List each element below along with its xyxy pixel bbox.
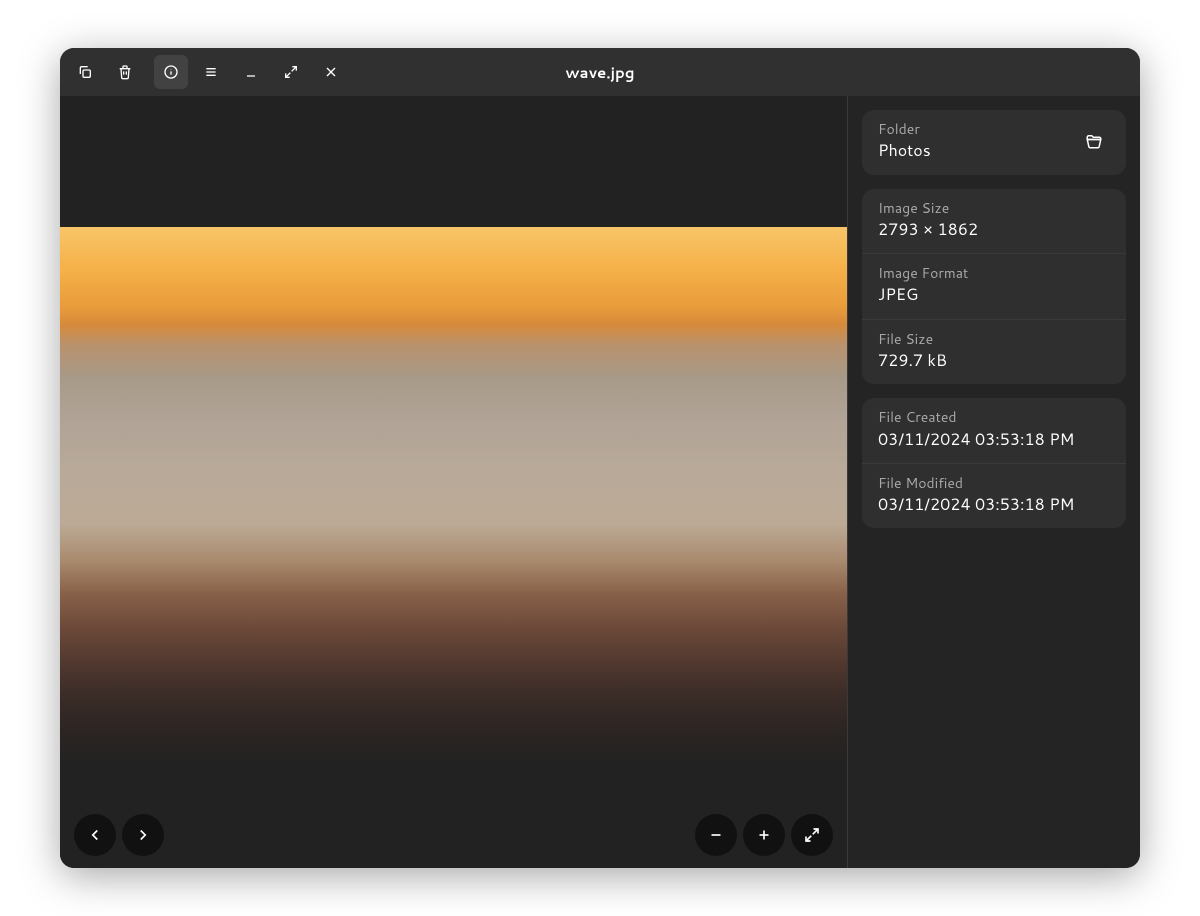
fullscreen-icon (803, 826, 821, 844)
image-size-row: Image Size 2793 × 1862 (862, 189, 1126, 255)
image-size-label: Image Size (878, 199, 1110, 217)
file-size-value: 729.7 kB (878, 350, 1110, 372)
file-modified-label: File Modified (878, 474, 1110, 492)
minus-icon (707, 826, 725, 844)
file-created-row: File Created 03/11/2024 03:53:18 PM (862, 398, 1126, 464)
close-button[interactable] (314, 55, 348, 89)
folder-open-icon (1085, 132, 1103, 150)
trash-button[interactable] (108, 55, 142, 89)
image-format-row: Image Format JPEG (862, 254, 1126, 320)
image-size-value: 2793 × 1862 (878, 219, 1110, 241)
file-size-label: File Size (878, 330, 1110, 348)
trash-icon (117, 64, 133, 80)
image-canvas[interactable] (60, 96, 847, 868)
maximize-icon (283, 64, 299, 80)
open-folder-button[interactable] (1078, 125, 1110, 157)
dates-card: File Created 03/11/2024 03:53:18 PM File… (862, 398, 1126, 528)
chevron-right-icon (134, 826, 152, 844)
folder-row: Folder Photos (862, 110, 1126, 175)
zoom-in-button[interactable] (743, 814, 785, 856)
info-icon (163, 64, 179, 80)
image-viewer (60, 96, 848, 868)
image-content (60, 227, 847, 767)
image-info-card: Image Size 2793 × 1862 Image Format JPEG… (862, 189, 1126, 385)
properties-toggle-button[interactable] (154, 55, 188, 89)
copy-button[interactable] (68, 55, 102, 89)
next-button[interactable] (122, 814, 164, 856)
folder-value: Photos (878, 140, 1068, 162)
fullscreen-button[interactable] (791, 814, 833, 856)
maximize-button[interactable] (274, 55, 308, 89)
content-area: Folder Photos Image Size 2793 × 1862 Ima… (60, 96, 1140, 868)
minimize-icon (243, 64, 259, 80)
copy-icon (77, 64, 93, 80)
file-modified-value: 03/11/2024 03:53:18 PM (878, 494, 1110, 516)
file-created-value: 03/11/2024 03:53:18 PM (878, 429, 1110, 451)
plus-icon (755, 826, 773, 844)
image-format-label: Image Format (878, 264, 1110, 282)
image-viewer-window: wave.jpg (60, 48, 1140, 868)
hamburger-icon (203, 64, 219, 80)
image-format-value: JPEG (878, 284, 1110, 306)
properties-panel: Folder Photos Image Size 2793 × 1862 Ima… (848, 96, 1140, 868)
window-title: wave.jpg (565, 62, 634, 83)
file-modified-row: File Modified 03/11/2024 03:53:18 PM (862, 464, 1126, 529)
menu-button[interactable] (194, 55, 228, 89)
previous-button[interactable] (74, 814, 116, 856)
minimize-button[interactable] (234, 55, 268, 89)
file-created-label: File Created (878, 408, 1110, 426)
folder-label: Folder (878, 120, 1068, 138)
zoom-out-button[interactable] (695, 814, 737, 856)
folder-card: Folder Photos (862, 110, 1126, 175)
viewer-toolbar (60, 814, 847, 856)
file-size-row: File Size 729.7 kB (862, 320, 1126, 385)
chevron-left-icon (86, 826, 104, 844)
close-icon (323, 64, 339, 80)
header-bar: wave.jpg (60, 48, 1140, 96)
